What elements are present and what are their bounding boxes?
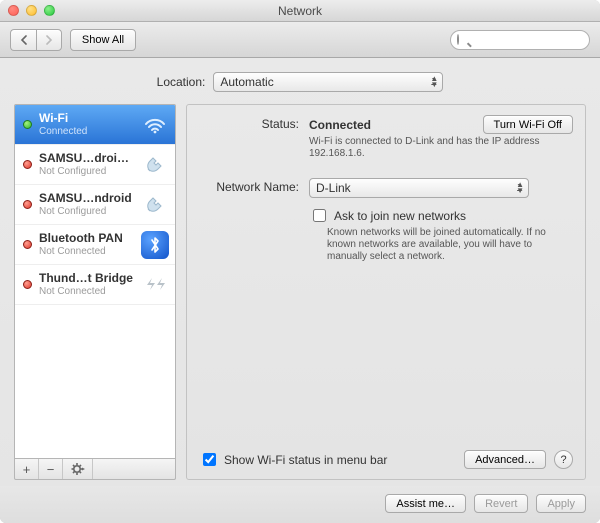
ask-to-join-label: Ask to join new networks xyxy=(334,209,466,223)
sidebar-item-bluetooth-pan[interactable]: Bluetooth PAN Not Connected xyxy=(15,225,175,265)
sidebar-item-samsung-android-2[interactable]: SAMSU…droid 2 Not Configured xyxy=(15,145,175,185)
status-dot-icon xyxy=(23,160,32,169)
toolbar: Show All xyxy=(0,22,600,58)
forward-button[interactable] xyxy=(36,29,62,51)
updown-icon: ▲▼ xyxy=(516,182,524,194)
status-dot-icon xyxy=(23,120,32,129)
service-actions-menu[interactable] xyxy=(63,459,93,479)
status-dot-icon xyxy=(23,240,32,249)
sidebar-item-status: Not Connected xyxy=(39,245,134,258)
sidebar-item-name: SAMSU…ndroid xyxy=(39,192,134,205)
sidebar-item-status: Connected xyxy=(39,125,134,138)
network-preferences-window: Network Show All Location: Automatic ▲▼ xyxy=(0,0,600,523)
status-dot-icon xyxy=(23,280,32,289)
thunderbolt-icon xyxy=(141,271,169,299)
ask-to-join-description: Known networks will be joined automatica… xyxy=(327,227,567,263)
location-label: Location: xyxy=(157,75,206,89)
updown-icon: ▲▼ xyxy=(430,76,438,88)
location-row: Location: Automatic ▲▼ xyxy=(14,72,586,92)
wifi-toggle-button[interactable]: Turn Wi-Fi Off xyxy=(483,115,573,134)
network-name-label: Network Name: xyxy=(199,178,299,194)
status-dot-icon xyxy=(23,200,32,209)
phone-tether-icon xyxy=(141,151,169,179)
revert-button[interactable]: Revert xyxy=(474,494,528,513)
search-field[interactable] xyxy=(450,30,590,50)
sidebar-item-name: Bluetooth PAN xyxy=(39,232,134,245)
back-button[interactable] xyxy=(10,29,36,51)
content-area: Location: Automatic ▲▼ Wi-Fi Connected xyxy=(0,58,600,486)
show-status-menubar-label: Show Wi-Fi status in menu bar xyxy=(224,453,387,467)
sidebar-footer: + − xyxy=(14,459,176,480)
service-sidebar: Wi-Fi Connected SAMSU…droid 2 Not Config… xyxy=(14,104,176,480)
ask-to-join-input[interactable] xyxy=(313,209,326,222)
assist-me-button[interactable]: Assist me… xyxy=(385,494,466,513)
chevron-left-icon xyxy=(20,35,28,45)
sidebar-item-name: SAMSU…droid 2 xyxy=(39,152,134,165)
footer: Assist me… Revert Apply xyxy=(0,486,600,523)
network-name-value: D-Link xyxy=(316,181,351,195)
show-status-menubar-input[interactable] xyxy=(203,453,216,466)
add-service-button[interactable]: + xyxy=(15,459,39,479)
sidebar-item-samsung-android[interactable]: SAMSU…ndroid Not Configured xyxy=(15,185,175,225)
nav-segment xyxy=(10,29,62,51)
help-button[interactable]: ? xyxy=(554,450,573,469)
search-icon xyxy=(457,34,459,45)
phone-tether-icon xyxy=(141,191,169,219)
sidebar-item-status: Not Configured xyxy=(39,165,134,178)
apply-button[interactable]: Apply xyxy=(536,494,586,513)
sidebar-item-status: Not Connected xyxy=(39,285,134,298)
show-all-button[interactable]: Show All xyxy=(70,29,136,51)
status-label: Status: xyxy=(199,115,299,131)
detail-panel: Status: Connected Turn Wi-Fi Off Wi-Fi i… xyxy=(186,104,586,480)
bluetooth-icon xyxy=(141,231,169,259)
status-value: Connected xyxy=(309,118,371,132)
gear-icon xyxy=(71,462,85,476)
location-value: Automatic xyxy=(220,75,273,89)
network-name-select[interactable]: D-Link ▲▼ xyxy=(309,178,529,198)
window-title: Network xyxy=(0,4,600,18)
sidebar-item-status: Not Configured xyxy=(39,205,134,218)
titlebar: Network xyxy=(0,0,600,22)
remove-service-button[interactable]: − xyxy=(39,459,63,479)
sidebar-item-name: Thund…t Bridge xyxy=(39,272,134,285)
service-list[interactable]: Wi-Fi Connected SAMSU…droid 2 Not Config… xyxy=(14,104,176,459)
sidebar-item-thunderbolt-bridge[interactable]: Thund…t Bridge Not Connected xyxy=(15,265,175,305)
sidebar-item-wifi[interactable]: Wi-Fi Connected xyxy=(15,105,175,145)
wifi-icon xyxy=(141,111,169,139)
location-select[interactable]: Automatic ▲▼ xyxy=(213,72,443,92)
show-status-menubar-checkbox[interactable]: Show Wi-Fi status in menu bar xyxy=(199,450,387,469)
ask-to-join-checkbox[interactable]: Ask to join new networks xyxy=(309,206,573,225)
chevron-right-icon xyxy=(45,35,53,45)
advanced-button[interactable]: Advanced… xyxy=(464,450,546,469)
search-input[interactable] xyxy=(463,33,600,47)
sidebar-item-name: Wi-Fi xyxy=(39,112,134,125)
status-description: Wi-Fi is connected to D-Link and has the… xyxy=(309,136,569,160)
